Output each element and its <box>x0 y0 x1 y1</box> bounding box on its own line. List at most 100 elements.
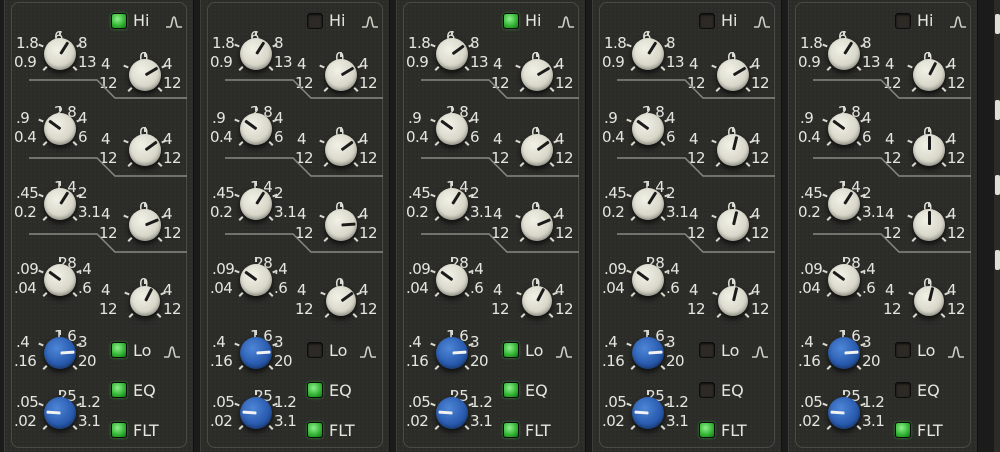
lmid-gain-knob-pointer <box>731 211 738 226</box>
hi-gain-knob-pointer <box>144 66 158 77</box>
lo-gain-knob-tick <box>536 278 538 284</box>
hmid-freq-label-left-bottom: 0.4 <box>406 128 429 146</box>
lmid-freq-label-left-bottom: 0.2 <box>602 203 625 221</box>
hpf-knob[interactable] <box>44 337 76 369</box>
filter-enable-label: FLT <box>917 421 943 440</box>
hi-gain-label-left-top: 4 <box>689 55 699 73</box>
lo-freq-knob[interactable] <box>632 264 664 296</box>
eq-enable-button[interactable] <box>895 382 911 398</box>
hi-band-button[interactable] <box>895 13 911 29</box>
hi-band-button[interactable] <box>503 13 519 29</box>
lo-band-button[interactable] <box>503 342 519 358</box>
lo-gain-knob[interactable] <box>130 286 160 316</box>
hi-freq-knob[interactable] <box>632 38 664 70</box>
filter-enable-button[interactable] <box>895 422 911 438</box>
edge-knob-sliver <box>995 250 1000 270</box>
lo-freq-label-left-top: .09 <box>16 260 39 278</box>
hmid-freq-knob[interactable] <box>44 113 76 145</box>
hmid-freq-label-left-bottom: 0.4 <box>14 128 37 146</box>
hpf-knob[interactable] <box>632 337 664 369</box>
eq-enable-button[interactable] <box>307 382 323 398</box>
hmid-gain-label-left-top: 4 <box>493 130 503 148</box>
lmid-freq-label-left-bottom: 0.2 <box>798 203 821 221</box>
eq-enable-button[interactable] <box>503 382 519 398</box>
lo-gain-knob[interactable] <box>718 286 748 316</box>
hi-freq-label-right-bottom: 13 <box>78 53 97 71</box>
hmid-freq-knob[interactable] <box>632 113 664 145</box>
lpf-knob[interactable] <box>44 397 76 429</box>
lpf-knob-pointer <box>829 410 845 415</box>
lo-gain-label-left-top: 4 <box>493 281 503 299</box>
hpf-knob-pointer <box>647 350 663 355</box>
filter-enable-button[interactable] <box>699 422 715 438</box>
hmid-freq-knob-pointer <box>439 119 453 131</box>
lo-band-button[interactable] <box>111 342 127 358</box>
lmid-freq-knob[interactable] <box>240 188 272 220</box>
lpf-label-left-top: .05 <box>212 393 235 411</box>
hpf-knob[interactable] <box>240 337 272 369</box>
lo-freq-knob-pointer <box>831 270 845 282</box>
lo-gain-knob[interactable] <box>522 286 552 316</box>
hpf-knob[interactable] <box>436 337 468 369</box>
hi-band-button[interactable] <box>111 13 127 29</box>
bell-shape-icon <box>165 14 183 28</box>
lmid-freq-knob[interactable] <box>44 188 76 220</box>
lmid-freq-knob[interactable] <box>436 188 468 220</box>
band-divider <box>421 232 581 258</box>
lo-gain-knob[interactable] <box>914 286 944 316</box>
lo-band-label: Lo <box>133 341 152 360</box>
hpf-label-right-bottom: 20 <box>470 352 489 370</box>
hmid-freq-knob[interactable] <box>240 113 272 145</box>
lpf-knob-tick <box>843 389 845 395</box>
lo-gain-knob[interactable] <box>326 286 356 316</box>
hpf-label-left-bottom: .16 <box>798 352 821 370</box>
filter-enable-button[interactable] <box>111 422 127 438</box>
hmid-freq-knob-tick <box>255 105 257 111</box>
lpf-knob[interactable] <box>240 397 272 429</box>
hi-freq-label-right-bottom: 13 <box>862 53 881 71</box>
edge-knob-sliver <box>995 14 1000 34</box>
lmid-freq-knob[interactable] <box>632 188 664 220</box>
hi-band-button[interactable] <box>699 13 715 29</box>
hi-band-label: Hi <box>917 11 934 30</box>
lpf-label-right-bottom: 3.1 <box>470 412 493 430</box>
lmid-gain-knob-tick <box>144 201 146 207</box>
channel-strip-5: Hi 6 1.8 8 0.9 13 0 4 4 12 12 2.8.9 4 0.4 6 0 4 4 12 12 1.4.… <box>788 0 978 452</box>
lo-band-button[interactable] <box>307 342 323 358</box>
lpf-knob[interactable] <box>828 397 860 429</box>
eq-channel-strips: Hi 6 1.8 8 0.9 13 0 4 4 12 12 2.8.9 4 0.4 6 0 4 4 12 12 1.4.… <box>0 0 1000 452</box>
hi-freq-knob[interactable] <box>828 38 860 70</box>
band-divider <box>29 156 189 182</box>
lo-gain-label-left-bottom: 12 <box>295 300 314 318</box>
hmid-freq-knob[interactable] <box>436 113 468 145</box>
lo-gain-label-right-bottom: 12 <box>163 300 182 318</box>
hmid-freq-knob[interactable] <box>828 113 860 145</box>
hi-freq-knob[interactable] <box>436 38 468 70</box>
lmid-freq-knob[interactable] <box>828 188 860 220</box>
lpf-knob[interactable] <box>436 397 468 429</box>
eq-enable-button[interactable] <box>699 382 715 398</box>
hi-band-button[interactable] <box>307 13 323 29</box>
filter-enable-button[interactable] <box>307 422 323 438</box>
lo-band-button[interactable] <box>699 342 715 358</box>
eq-enable-button[interactable] <box>111 382 127 398</box>
lo-band-button[interactable] <box>895 342 911 358</box>
lo-freq-label-right-bottom: .6 <box>274 279 288 297</box>
hi-freq-knob-pointer <box>58 41 69 55</box>
lo-freq-knob[interactable] <box>828 264 860 296</box>
filter-enable-button[interactable] <box>503 422 519 438</box>
hmid-freq-label-left-top: .9 <box>16 109 30 127</box>
lo-freq-knob[interactable] <box>240 264 272 296</box>
hpf-knob-pointer <box>255 350 271 355</box>
lo-freq-knob[interactable] <box>44 264 76 296</box>
channel-strip-3: Hi 6 1.8 8 0.9 13 0 4 4 12 12 2.8.9 4 0.4 6 0 4 4 12 12 1.4.… <box>396 0 586 452</box>
lo-gain-knob-tick <box>340 278 342 284</box>
hpf-knob[interactable] <box>828 337 860 369</box>
hi-freq-knob[interactable] <box>240 38 272 70</box>
lo-freq-knob[interactable] <box>436 264 468 296</box>
lmid-freq-label-left-top: .45 <box>408 184 431 202</box>
lpf-knob[interactable] <box>632 397 664 429</box>
hpf-knob-tick <box>255 329 257 335</box>
filter-enable-label: FLT <box>721 421 747 440</box>
hi-freq-knob[interactable] <box>44 38 76 70</box>
